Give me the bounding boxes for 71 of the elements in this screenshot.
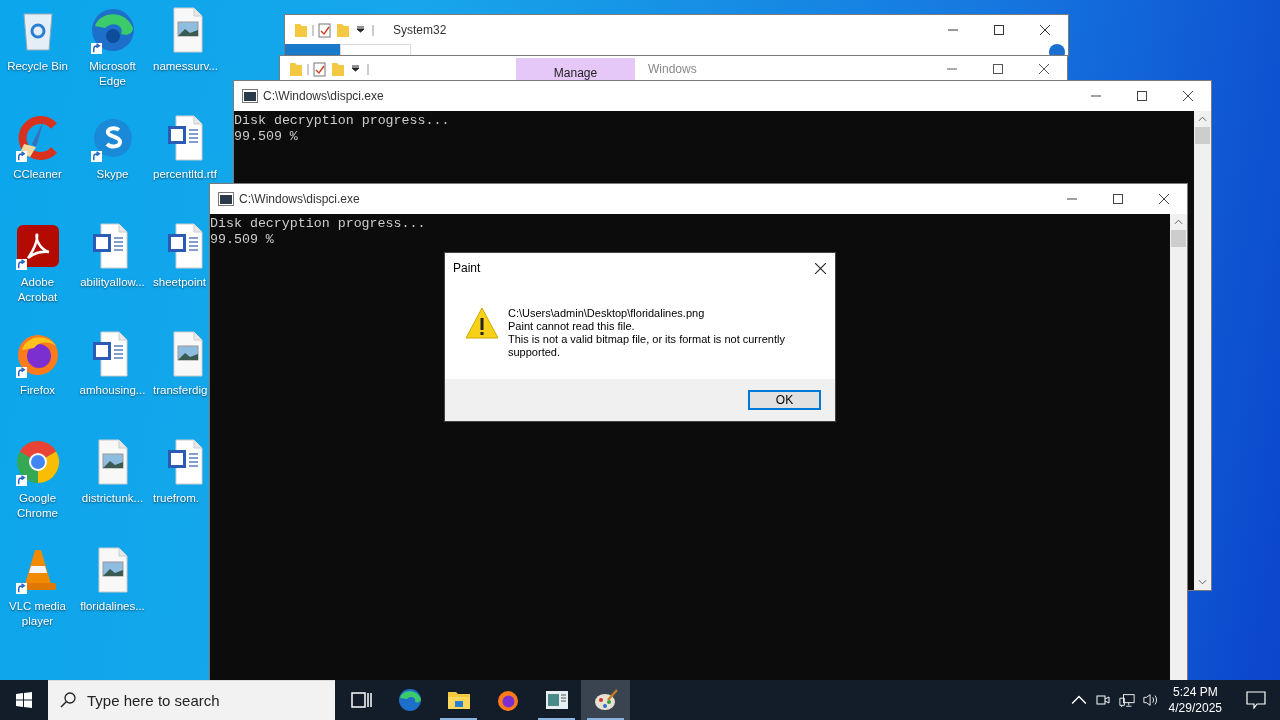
- warning-icon: [465, 307, 499, 339]
- icon-label[interactable]: VLC media player: [0, 599, 75, 629]
- windows-logo-icon: [16, 692, 32, 708]
- close-icon: [1040, 24, 1050, 35]
- icon-label[interactable]: amhousing...: [79, 383, 146, 398]
- icon-label[interactable]: truefrom.: [153, 491, 199, 506]
- icon-label[interactable]: Firefox: [19, 383, 56, 398]
- shortcut-arrow-icon: [15, 583, 27, 594]
- icon-label[interactable]: districtunk...: [81, 491, 144, 506]
- close-icon: [1039, 63, 1049, 74]
- console-output-line: Disk decryption progress...: [234, 113, 451, 129]
- maximize-icon: [993, 63, 1003, 74]
- console-icon: [242, 89, 258, 103]
- camera-icon[interactable]: [1094, 692, 1111, 708]
- dialog-message: This is not a valid bitmap file, or its format is not currently supported.: [508, 333, 786, 359]
- clock-time[interactable]: 5:24 PM: [1172, 684, 1218, 700]
- dialog-title: Paint: [453, 261, 481, 275]
- icon-label[interactable]: Skype: [96, 167, 129, 182]
- dialog-message: C:\Users\admin\Desktop\floridalines.png: [508, 307, 706, 320]
- scrollbar-thumb[interactable]: [1195, 127, 1210, 144]
- scroll-down-icon[interactable]: [1198, 579, 1207, 585]
- palette-icon: [593, 688, 618, 712]
- shortcut-arrow-icon: [15, 367, 27, 378]
- ok-button[interactable]: OK: [748, 390, 821, 410]
- console-output-line: 99.509 %: [210, 232, 275, 248]
- close-icon: [1159, 194, 1169, 204]
- app-window-icon: [544, 688, 569, 712]
- maximize-icon: [1137, 91, 1147, 101]
- scrollbar[interactable]: [1170, 214, 1187, 680]
- window-title: C:\Windows\dispci.exe: [239, 192, 360, 206]
- icon-label[interactable]: CCleaner: [13, 167, 62, 182]
- volume-icon[interactable]: [1142, 692, 1159, 708]
- scrollbar-thumb[interactable]: [1171, 230, 1186, 247]
- console-icon: [218, 192, 234, 206]
- icon-label[interactable]: sheetpoint: [153, 275, 207, 290]
- icon-label[interactable]: abilityallow...: [80, 275, 145, 290]
- network-icon[interactable]: [1118, 692, 1135, 708]
- shortcut-arrow-icon: [15, 259, 27, 270]
- scroll-up-icon[interactable]: [1198, 116, 1207, 122]
- taskbar-app-button[interactable]: [581, 680, 630, 720]
- console-output-line: 99.509 %: [234, 129, 299, 145]
- icon-label[interactable]: namessurv...: [153, 59, 218, 74]
- console-output-line: Disk decryption progress...: [210, 216, 427, 232]
- window-title: System32: [393, 22, 447, 37]
- scrollbar[interactable]: [1194, 111, 1211, 590]
- close-icon: [1183, 91, 1193, 101]
- icon-label[interactable]: Adobe Acrobat: [0, 275, 75, 305]
- maximize-icon: [994, 24, 1004, 35]
- scroll-up-icon[interactable]: [1174, 219, 1183, 225]
- icon-label[interactable]: percentltd.rtf: [153, 167, 217, 182]
- shortcut-arrow-icon: [90, 151, 102, 162]
- help-icon[interactable]: [1049, 44, 1065, 55]
- icon-label[interactable]: transferdig: [153, 383, 208, 398]
- firefox-icon: [495, 688, 520, 712]
- shortcut-arrow-icon: [90, 43, 102, 54]
- manage-tab[interactable]: Manage: [516, 58, 635, 81]
- notification-icon[interactable]: [1246, 691, 1266, 709]
- close-icon: [814, 262, 826, 274]
- window-title: Windows: [648, 61, 697, 76]
- icon-label[interactable]: Recycle Bin: [7, 59, 68, 74]
- icon-label[interactable]: Google Chrome: [0, 491, 75, 521]
- icon-label[interactable]: floridalines...: [80, 599, 145, 614]
- maximize-icon: [1113, 194, 1123, 204]
- icon-label[interactable]: Microsoft Edge: [75, 59, 150, 89]
- shortcut-arrow-icon: [15, 151, 27, 162]
- shortcut-arrow-icon: [15, 475, 27, 486]
- dialog-message: Paint cannot read this file.: [508, 320, 636, 333]
- clock-date[interactable]: 4/29/2025: [1168, 700, 1222, 716]
- search-field[interactable]: Type here to search: [48, 680, 335, 720]
- window-title: C:\Windows\dispci.exe: [263, 89, 384, 103]
- edge-icon: [397, 688, 422, 712]
